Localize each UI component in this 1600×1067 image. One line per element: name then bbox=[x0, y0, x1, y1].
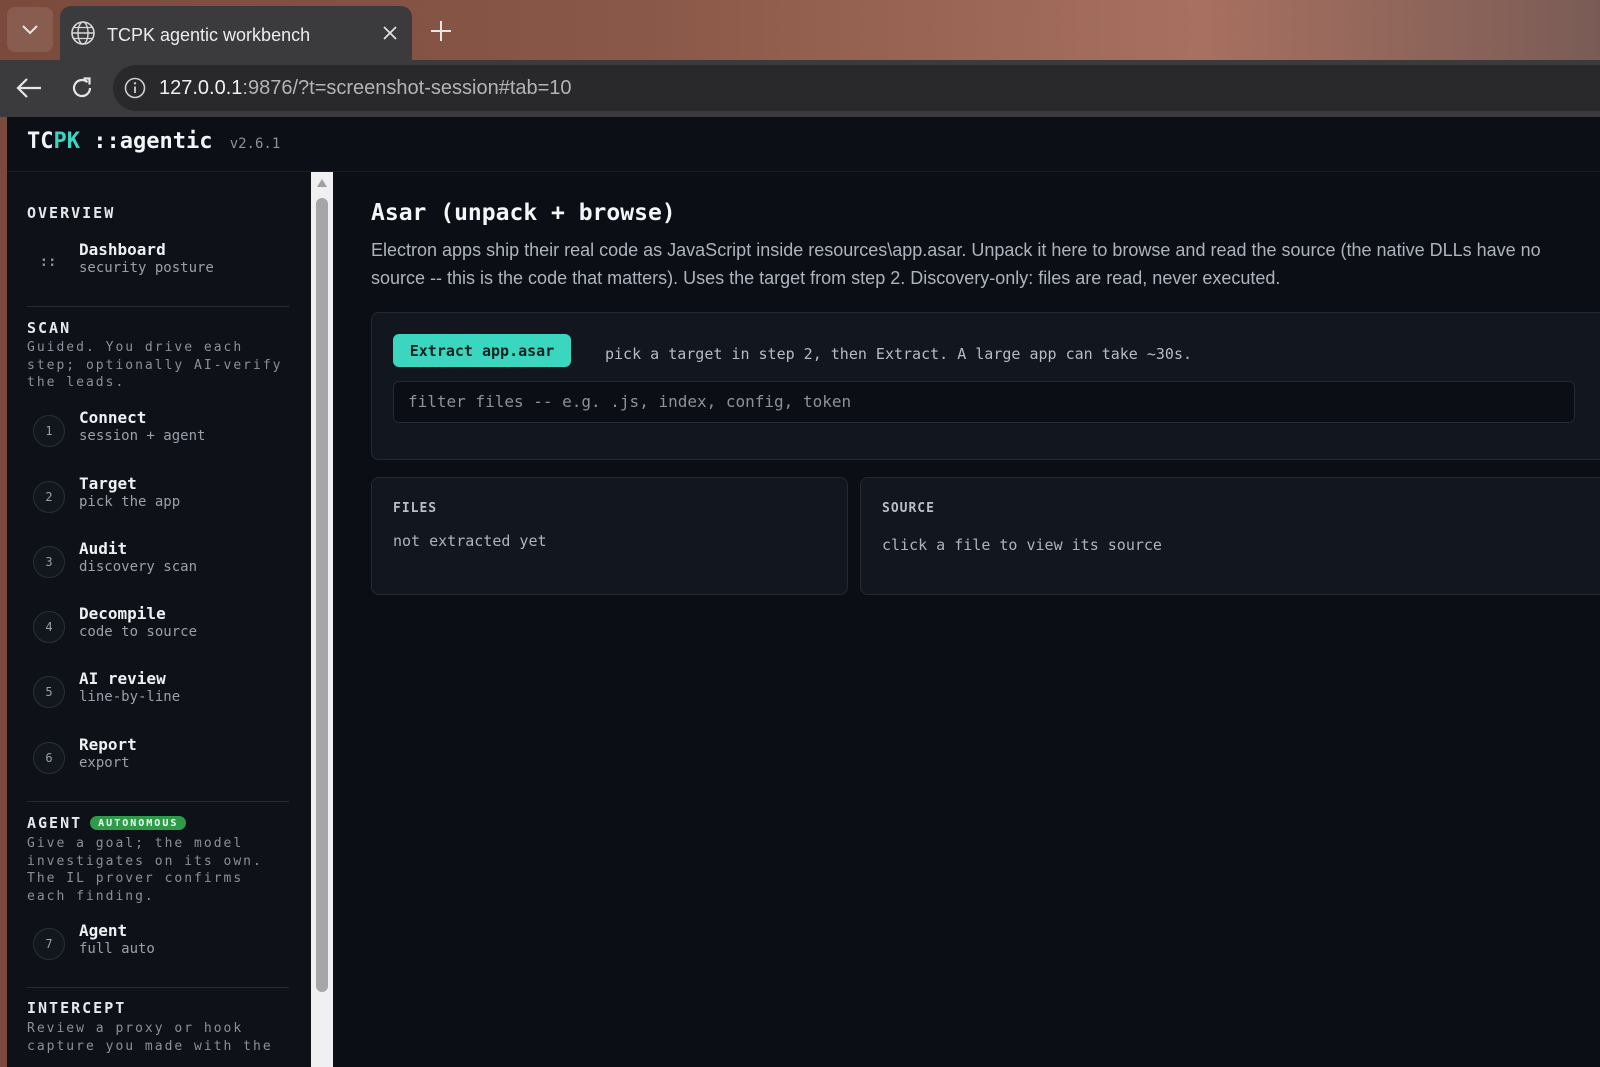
sidebar-item-audit[interactable]: 3 Audit discovery scan bbox=[33, 539, 293, 588]
filter-files-input[interactable]: filter files -- e.g. .js, index, config,… bbox=[393, 381, 1575, 423]
sidebar-item-label: Report bbox=[79, 735, 137, 754]
source-empty-state: click a file to view its source bbox=[882, 536, 1162, 554]
sidebar-item-agent[interactable]: 7 Agent full auto bbox=[33, 921, 293, 970]
sidebar-item-sub: export bbox=[79, 755, 130, 771]
sidebar-scrollbar[interactable] bbox=[311, 172, 333, 1067]
url-host: 127.0.0.1 bbox=[159, 77, 243, 99]
chevron-down-icon bbox=[22, 24, 38, 34]
app-header: TCPK ::agentic v2.6.1 bbox=[7, 117, 1600, 172]
sidebar-divider bbox=[27, 306, 289, 307]
source-title: SOURCE bbox=[882, 501, 935, 516]
sidebar-item-dashboard[interactable]: :: Dashboard security posture bbox=[33, 240, 293, 289]
section-title-overview: OVERVIEW bbox=[27, 204, 116, 222]
section-desc-scan: Guided. You drive each step; optionally … bbox=[27, 340, 283, 390]
brand-tc: TC bbox=[27, 129, 54, 154]
sidebar-item-label: Target bbox=[79, 474, 137, 493]
extract-hint: pick a target in step 2, then Extract. A… bbox=[605, 345, 1192, 363]
sidebar-item-report[interactable]: 6 Report export bbox=[33, 735, 293, 784]
step-number: 5 bbox=[33, 676, 65, 708]
sidebar-item-target[interactable]: 2 Target pick the app bbox=[33, 474, 293, 523]
browser-tab-bar: TCPK agentic workbench bbox=[0, 0, 1600, 60]
files-title: FILES bbox=[393, 501, 438, 516]
back-arrow-icon[interactable] bbox=[15, 76, 43, 100]
section-desc-intercept: Review a proxy or hook capture you made … bbox=[27, 1021, 273, 1054]
extract-panel: Extract app.asar pick a target in step 2… bbox=[371, 312, 1600, 460]
url-text: 127.0.0.1:9876/?t=screenshot-session#tab… bbox=[159, 77, 572, 100]
sidebar-item-sub: full auto bbox=[79, 941, 155, 957]
reload-icon[interactable] bbox=[70, 76, 94, 100]
sidebar-item-sub: discovery scan bbox=[79, 559, 198, 575]
files-empty-state: not extracted yet bbox=[393, 532, 547, 550]
info-icon[interactable] bbox=[124, 77, 146, 99]
sidebar-item-sub: security posture bbox=[79, 260, 214, 276]
new-tab-button[interactable] bbox=[426, 16, 456, 46]
step-number: 2 bbox=[33, 481, 65, 513]
app-version: v2.6.1 bbox=[229, 136, 281, 152]
step-number: 6 bbox=[33, 742, 65, 774]
sidebar-divider bbox=[27, 801, 289, 802]
sidebar: OVERVIEW :: Dashboard security posture S… bbox=[7, 172, 311, 1067]
address-bar[interactable]: 127.0.0.1:9876/?t=screenshot-session#tab… bbox=[113, 65, 1600, 111]
step-number: 3 bbox=[33, 546, 65, 578]
sidebar-item-ai-review[interactable]: 5 AI review line-by-line bbox=[33, 669, 293, 718]
sidebar-item-label: Decompile bbox=[79, 604, 166, 623]
tab-search-button[interactable] bbox=[7, 7, 53, 52]
section-title-intercept: INTERCEPT bbox=[27, 999, 127, 1017]
filter-placeholder: filter files -- e.g. .js, index, config,… bbox=[408, 392, 852, 411]
sidebar-item-connect[interactable]: 1 Connect session + agent bbox=[33, 408, 293, 457]
brand-suffix: ::agentic bbox=[80, 129, 213, 154]
browser-tab[interactable]: TCPK agentic workbench bbox=[60, 6, 412, 60]
sidebar-item-sub: code to source bbox=[79, 624, 198, 640]
sidebar-item-sub: session + agent bbox=[79, 428, 206, 444]
tab-title: TCPK agentic workbench bbox=[107, 25, 311, 45]
main-content: Asar (unpack + browse) Electron apps shi… bbox=[333, 172, 1600, 1067]
dashboard-icon: :: bbox=[39, 254, 57, 270]
section-title-scan: SCAN bbox=[27, 319, 72, 337]
sidebar-item-label: Audit bbox=[79, 539, 128, 558]
scrollbar-thumb[interactable] bbox=[316, 198, 328, 992]
browser-toolbar: 127.0.0.1:9876/?t=screenshot-session#tab… bbox=[0, 60, 1600, 117]
globe-icon bbox=[71, 21, 95, 45]
section-desc-agent: Give a goal; the model investigates on i… bbox=[27, 836, 263, 904]
step-number: 1 bbox=[33, 415, 65, 447]
autonomous-badge: AUTONOMOUS bbox=[90, 816, 187, 830]
step-number: 7 bbox=[33, 928, 65, 960]
sidebar-item-label: Agent bbox=[79, 921, 128, 940]
section-title-agent: AGENT AUTONOMOUS bbox=[27, 814, 187, 832]
scroll-up-arrow-icon[interactable] bbox=[316, 178, 328, 188]
section-title-agent-text: AGENT bbox=[27, 814, 83, 832]
extract-asar-button[interactable]: Extract app.asar bbox=[393, 334, 571, 367]
step-number: 4 bbox=[33, 611, 65, 643]
sidebar-item-sub: pick the app bbox=[79, 494, 181, 510]
sidebar-divider bbox=[27, 987, 289, 988]
close-tab-button[interactable] bbox=[378, 21, 402, 45]
plus-icon bbox=[431, 21, 451, 41]
sidebar-item-sub: line-by-line bbox=[79, 689, 181, 705]
page-description: Electron apps ship their real code as Ja… bbox=[371, 240, 1541, 288]
app-window: TCPK ::agentic v2.6.1 OVERVIEW :: Dashbo… bbox=[7, 117, 1600, 1067]
page-title: Asar (unpack + browse) bbox=[371, 200, 676, 226]
sidebar-item-label: Connect bbox=[79, 408, 147, 427]
app-brand: TCPK ::agentic v2.6.1 bbox=[27, 129, 280, 154]
source-panel: SOURCE click a file to view its source bbox=[860, 477, 1600, 595]
sidebar-item-decompile[interactable]: 4 Decompile code to source bbox=[33, 604, 293, 653]
files-panel: FILES not extracted yet bbox=[371, 477, 848, 595]
close-icon bbox=[383, 26, 397, 40]
brand-pk: PK bbox=[53, 129, 81, 154]
url-path: :9876/?t=screenshot-session#tab=10 bbox=[242, 77, 572, 99]
sidebar-item-label: Dashboard bbox=[79, 240, 166, 259]
sidebar-item-label: AI review bbox=[79, 669, 166, 688]
